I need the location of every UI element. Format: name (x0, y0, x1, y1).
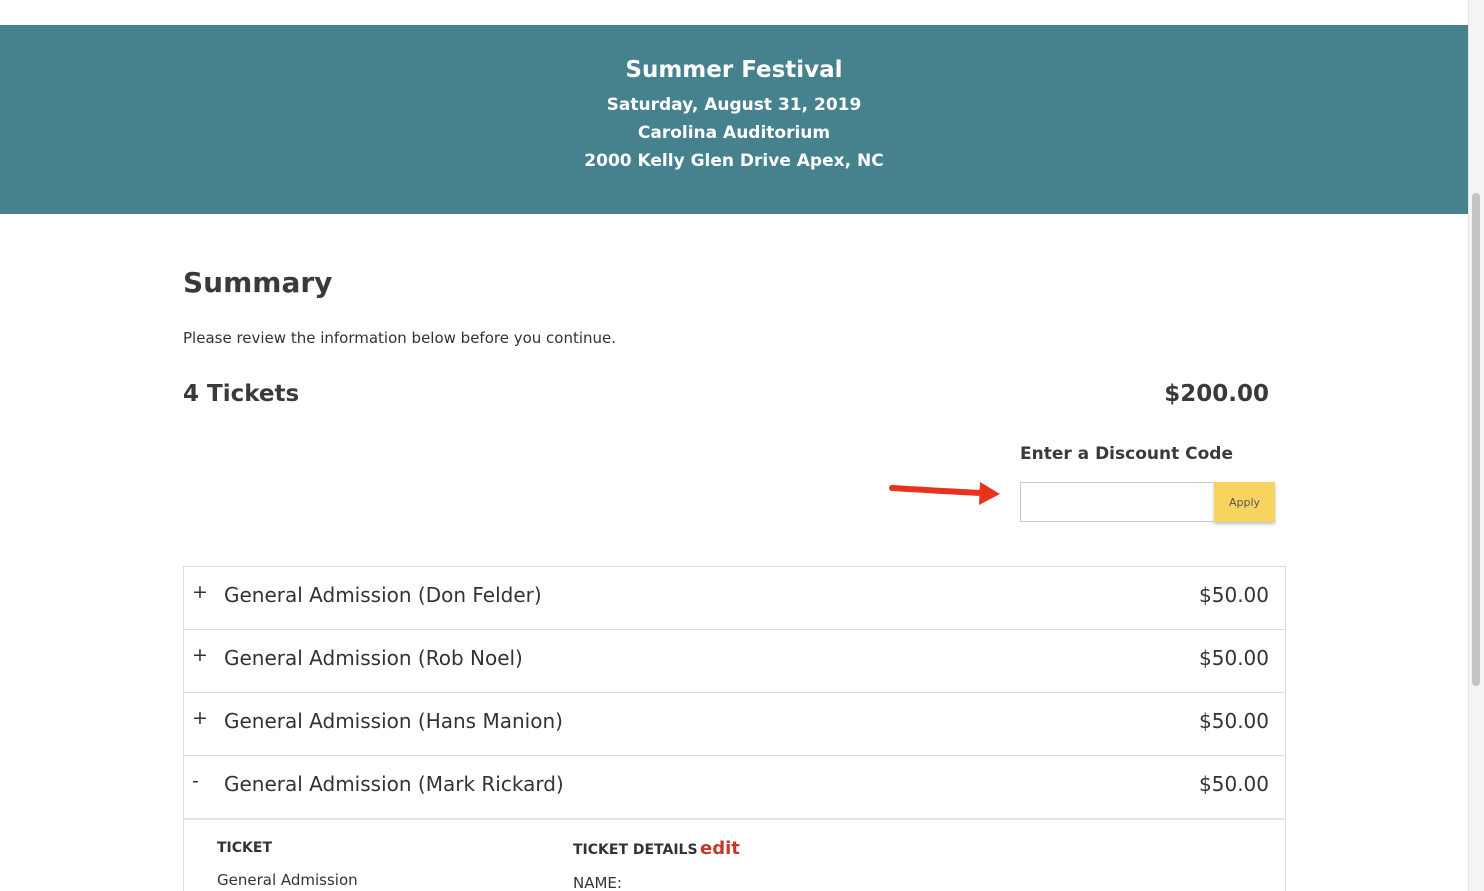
intro-text: Please review the information below befo… (183, 329, 617, 347)
ticket-type-value: General Admission (217, 871, 358, 889)
ticket-list: + General Admission (Don Felder) $50.00 … (183, 566, 1286, 891)
edit-details-link[interactable]: edit (700, 838, 740, 859)
apply-discount-button[interactable]: Apply (1214, 482, 1275, 522)
ticket-name: General Admission (Rob Noel) (224, 646, 523, 670)
expand-toggle-icon[interactable]: + (192, 707, 208, 729)
ticket-price: $50.00 (1199, 709, 1269, 733)
tickets-count: 4 Tickets (183, 381, 300, 407)
collapse-toggle-icon[interactable]: - (192, 770, 199, 792)
ticket-name: General Admission (Hans Manion) (224, 709, 563, 733)
event-date: Saturday, August 31, 2019 (606, 95, 862, 115)
annotation-arrow-icon (889, 482, 1000, 505)
event-header: Summer Festival Saturday, August 31, 201… (0, 25, 1468, 214)
ticket-price: $50.00 (1199, 772, 1269, 796)
expand-toggle-icon[interactable]: + (192, 581, 208, 603)
ticket-row[interactable]: + General Admission (Hans Manion) $50.00 (184, 693, 1285, 756)
discount-code-label: Enter a Discount Code (1020, 444, 1233, 464)
tickets-total: $200.00 (1164, 381, 1269, 407)
event-title: Summer Festival (625, 57, 843, 83)
ticket-row[interactable]: + General Admission (Don Felder) $50.00 (184, 567, 1285, 630)
ticket-name: General Admission (Mark Rickard) (224, 772, 564, 796)
ticket-row[interactable]: + General Admission (Rob Noel) $50.00 (184, 630, 1285, 693)
discount-code-input[interactable] (1020, 482, 1215, 522)
ticket-column-header: TICKET (217, 840, 272, 856)
ticket-row-expanded[interactable]: - General Admission (Mark Rickard) $50.0… (184, 756, 1285, 820)
ticket-details-panel: TICKET General Admission TICKET DETAILS … (184, 820, 1285, 891)
ticket-price: $50.00 (1199, 583, 1269, 607)
scrollbar-thumb[interactable] (1472, 193, 1480, 686)
page: Summer Festival Saturday, August 31, 201… (0, 0, 1468, 891)
ticket-details-header: TICKET DETAILS (573, 842, 698, 858)
page-title: Summary (183, 266, 333, 299)
ticket-price: $50.00 (1199, 646, 1269, 670)
event-venue: Carolina Auditorium (637, 123, 831, 143)
attendee-name-label: NAME: (573, 874, 622, 891)
event-address: 2000 Kelly Glen Drive Apex, NC (584, 151, 884, 171)
ticket-name: General Admission (Don Felder) (224, 583, 542, 607)
expand-toggle-icon[interactable]: + (192, 644, 208, 666)
